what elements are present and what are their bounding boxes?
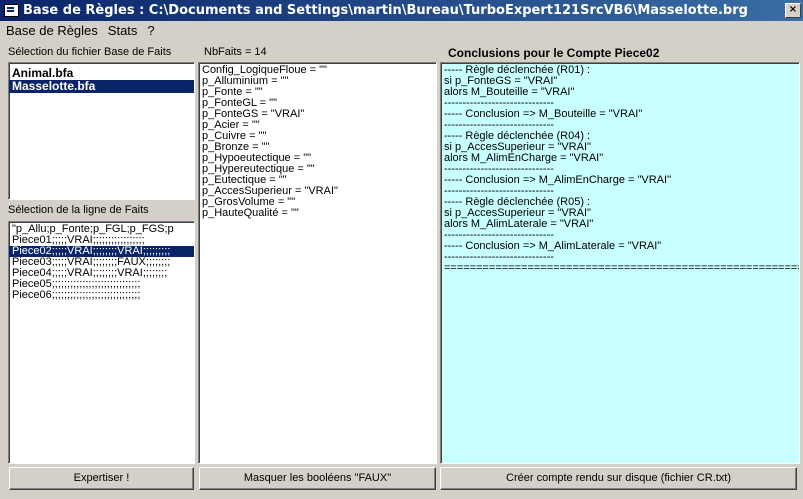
facts-list[interactable]: Config_LogiqueFloue = "" p_Alluminium = "… bbox=[198, 62, 437, 464]
window-title: Base de Règles : C:\Documents and Settin… bbox=[23, 3, 748, 18]
files-header: Sélection du fichier Base de Faits bbox=[8, 46, 172, 58]
creer-compte-rendu-button[interactable]: Créer compte rendu sur disque (fichier C… bbox=[440, 467, 797, 490]
files-list[interactable]: Animal.bfa Masselotte.bfa bbox=[8, 62, 195, 200]
conclusions-panel[interactable]: ----- Règle déclenchée (R01) : si p_Fonte… bbox=[440, 62, 800, 464]
menu-stats[interactable]: Stats bbox=[103, 23, 143, 38]
menu-help[interactable]: ? bbox=[142, 23, 159, 38]
close-button[interactable]: × bbox=[785, 3, 801, 18]
menu-bar: Base de Règles Stats ? bbox=[0, 21, 803, 40]
menu-base-de-regles[interactable]: Base de Règles bbox=[0, 23, 103, 38]
title-bar[interactable]: Base de Règles : C:\Documents and Settin… bbox=[0, 0, 803, 21]
fact-lines-list[interactable]: "p_Allu;p_Fonte;p_FGL;p_FGS;p Piece01;;;;… bbox=[8, 221, 195, 464]
masquer-faux-button[interactable]: Masquer les booléens "FAUX" bbox=[199, 467, 436, 490]
nbfaits-label: NbFaits = 14 bbox=[204, 46, 267, 58]
expertiser-button[interactable]: Expertiser ! bbox=[9, 467, 194, 490]
conclusion-line[interactable]: ========================================… bbox=[441, 263, 799, 274]
fact-item[interactable]: p_HauteQualité = "" bbox=[199, 208, 436, 219]
conclusions-header: Conclusions pour le Compte Piece02 bbox=[448, 46, 660, 60]
fact-line-item[interactable]: Piece06;;;;;;;;;;;;;;;;;;;;;;;;;;;;; bbox=[9, 290, 194, 301]
app-icon[interactable] bbox=[4, 4, 19, 17]
file-item[interactable]: Masselotte.bfa bbox=[9, 80, 194, 93]
lines-header: Sélection de la ligne de Faits bbox=[8, 204, 149, 216]
